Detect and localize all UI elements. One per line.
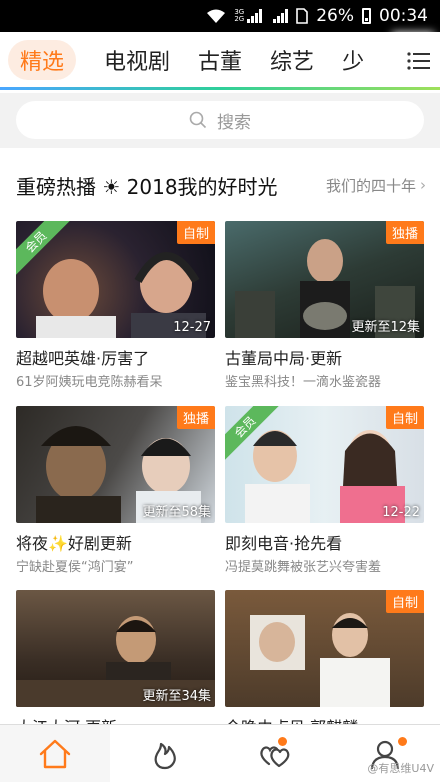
card-subtitle: 冯提莫跳舞被张艺兴夸害羞 xyxy=(225,560,382,575)
episode-label: 更新至58集 xyxy=(142,505,211,520)
channel-menu-button[interactable] xyxy=(398,32,440,90)
menu-list-icon xyxy=(407,52,430,70)
notification-dot xyxy=(398,737,407,746)
video-thumbnail[interactable]: 自制 xyxy=(225,590,424,707)
watermark: @有思维U4V xyxy=(367,762,434,775)
search-area: 搜索 xyxy=(0,93,440,148)
search-placeholder: 搜索 xyxy=(217,112,251,133)
tab-tv-series[interactable]: 电视剧 xyxy=(104,44,170,76)
notification-dot xyxy=(278,737,287,746)
sun-icon: ☀ xyxy=(102,174,121,199)
search-icon xyxy=(189,111,207,129)
search-input[interactable]: 搜索 xyxy=(16,101,424,139)
nav-follow[interactable] xyxy=(220,725,330,782)
wifi-icon xyxy=(206,8,226,24)
tab-jingxuan[interactable]: 精选 xyxy=(8,39,77,80)
tab-antiques[interactable]: 古董 xyxy=(198,44,242,76)
battery-percent: 26% xyxy=(316,6,354,26)
episode-label: 12-27 xyxy=(173,320,211,335)
exclusive-tag: 独播 xyxy=(176,406,215,429)
card-title[interactable]: 古董局中局·更新 xyxy=(225,345,342,369)
status-bar: 3G 2G 26% 00:34 xyxy=(0,0,440,32)
sim-icon xyxy=(296,8,309,24)
video-thumbnail[interactable]: 会员 自制 12-27 xyxy=(16,221,215,338)
video-thumbnail[interactable]: 独播 更新至12集 xyxy=(225,221,424,338)
original-tag: 自制 xyxy=(385,590,424,613)
bottom-navigation: @有思维U4V xyxy=(0,724,440,782)
episode-label: 更新至12集 xyxy=(351,320,420,335)
clock: 00:34 xyxy=(379,6,428,26)
video-thumbnail[interactable]: 会员 自制 12-22 xyxy=(225,406,424,523)
nav-hot[interactable] xyxy=(110,725,220,782)
video-thumbnail[interactable]: 独播 更新至58集 xyxy=(16,406,215,523)
card-title[interactable]: 将夜✨好剧更新 xyxy=(16,530,132,554)
section-title: 重磅热播 ☀ 2018我的好时光 xyxy=(16,174,278,199)
card-title[interactable]: 即刻电音·抢先看 xyxy=(225,530,342,554)
original-tag: 自制 xyxy=(385,406,424,429)
tab-kids[interactable]: 少 xyxy=(342,44,364,76)
card-subtitle: 宁缺赴夏侯“鸿门宴” xyxy=(16,560,134,575)
category-tabs: 精选 电视剧 古董 综艺 少 xyxy=(0,32,440,90)
video-thumbnail[interactable]: 更新至34集 xyxy=(16,590,215,707)
card-subtitle: 61岁阿姨玩电竞陈赫看呆 xyxy=(16,375,163,390)
tab-variety[interactable]: 综艺 xyxy=(270,44,314,76)
section-header: 重磅热播 ☀ 2018我的好时光 我们的四十年 › xyxy=(0,162,440,208)
nav-home[interactable] xyxy=(0,725,110,782)
section-more-link[interactable]: 我们的四十年 › xyxy=(326,175,426,196)
cell-signal-2 xyxy=(270,9,289,23)
exclusive-tag: 独播 xyxy=(385,221,424,244)
episode-label: 12-22 xyxy=(382,505,420,520)
chevron-right-icon: › xyxy=(420,176,426,194)
card-title[interactable]: 超越吧英雄·厉害了 xyxy=(16,345,149,369)
battery-icon xyxy=(362,8,371,24)
home-icon xyxy=(39,739,71,768)
flame-icon xyxy=(154,742,176,769)
card-subtitle: 鉴宝黑科技！一滴水鉴瓷器 xyxy=(225,375,382,390)
hearts-icon xyxy=(260,745,290,767)
original-tag: 自制 xyxy=(176,221,215,244)
episode-label: 更新至34集 xyxy=(142,689,211,704)
cell-signal: 3G 2G xyxy=(234,9,263,23)
